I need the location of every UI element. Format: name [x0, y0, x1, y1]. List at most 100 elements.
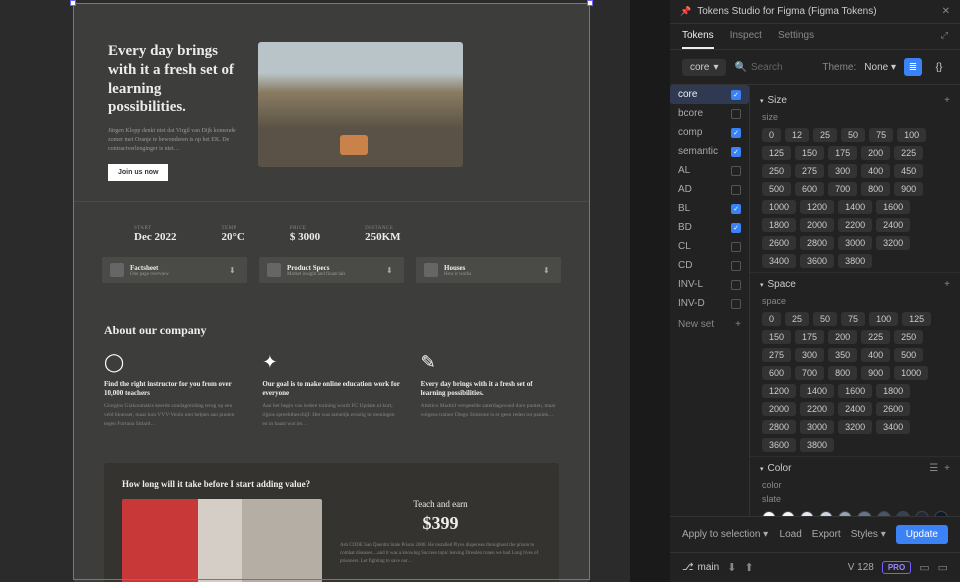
token-pill[interactable]: 25: [813, 128, 837, 142]
token-pill[interactable]: 150: [762, 330, 791, 344]
token-pill[interactable]: 2600: [762, 236, 796, 250]
token-pill[interactable]: 900: [861, 366, 890, 380]
token-pill[interactable]: 275: [795, 164, 824, 178]
token-pill[interactable]: 800: [828, 366, 857, 380]
set-dropdown[interactable]: core ▾: [682, 59, 726, 76]
new-set-button[interactable]: New set +: [670, 313, 749, 336]
tab-inspect[interactable]: Inspect: [730, 30, 762, 49]
help-icon[interactable]: ▭: [938, 561, 948, 574]
token-pill[interactable]: 600: [762, 366, 791, 380]
add-token-icon[interactable]: +: [944, 95, 950, 106]
upload-icon[interactable]: ⬆: [744, 561, 753, 574]
token-set-item[interactable]: CD: [670, 256, 749, 275]
download-icon[interactable]: ⬇: [727, 561, 736, 574]
token-pill[interactable]: 12: [785, 128, 809, 142]
token-set-item[interactable]: AL: [670, 161, 749, 180]
token-pill[interactable]: 1600: [876, 200, 910, 214]
token-pill[interactable]: 400: [861, 348, 890, 362]
apply-to-selection[interactable]: Apply to selection ▾: [682, 529, 768, 540]
load-button[interactable]: Load: [780, 529, 802, 540]
token-pill[interactable]: 300: [828, 164, 857, 178]
token-set-checkbox[interactable]: [731, 185, 741, 195]
design-canvas[interactable]: Every day brings with it a fresh set of …: [0, 0, 630, 582]
token-set-checkbox[interactable]: [731, 261, 741, 271]
token-pill[interactable]: 2400: [876, 218, 910, 232]
token-set-checkbox[interactable]: [731, 166, 741, 176]
token-pill[interactable]: 3000: [800, 420, 834, 434]
token-pill[interactable]: 50: [813, 312, 837, 326]
token-pill[interactable]: 1400: [800, 384, 834, 398]
styles-dropdown[interactable]: Styles ▾: [851, 529, 886, 540]
token-pill[interactable]: 100: [897, 128, 926, 142]
token-pill[interactable]: 3800: [800, 438, 834, 452]
token-set-item[interactable]: BD ✓: [670, 218, 749, 237]
token-pill[interactable]: 3200: [838, 420, 872, 434]
token-pill[interactable]: 100: [869, 312, 898, 326]
token-pill[interactable]: 50: [841, 128, 865, 142]
update-button[interactable]: Update: [896, 525, 948, 544]
token-set-item[interactable]: INV-L: [670, 275, 749, 294]
token-pill[interactable]: 2200: [838, 218, 872, 232]
token-set-checkbox[interactable]: ✓: [731, 223, 741, 233]
add-token-icon[interactable]: +: [944, 463, 950, 474]
token-pill[interactable]: 3400: [762, 254, 796, 268]
token-pill[interactable]: 2000: [800, 218, 834, 232]
token-pill[interactable]: 200: [861, 146, 890, 160]
list-icon[interactable]: ☰: [929, 463, 938, 474]
token-pill[interactable]: 700: [795, 366, 824, 380]
token-pill[interactable]: 250: [894, 330, 923, 344]
token-pill[interactable]: 125: [902, 312, 931, 326]
token-pill[interactable]: 800: [861, 182, 890, 196]
token-set-checkbox[interactable]: [731, 242, 741, 252]
group-header-color[interactable]: ▾Color☰+: [750, 456, 960, 478]
token-set-item[interactable]: BL ✓: [670, 199, 749, 218]
token-pill[interactable]: 3400: [876, 420, 910, 434]
token-pill[interactable]: 3600: [800, 254, 834, 268]
token-pill[interactable]: 300: [795, 348, 824, 362]
json-view-icon[interactable]: {}: [930, 58, 948, 76]
group-header-size[interactable]: ▾Size+: [750, 89, 960, 110]
token-pill[interactable]: 500: [894, 348, 923, 362]
token-pill[interactable]: 1600: [838, 384, 872, 398]
export-button[interactable]: Export: [812, 529, 841, 540]
token-set-checkbox[interactable]: [731, 299, 741, 309]
token-pill[interactable]: 450: [894, 164, 923, 178]
token-pill[interactable]: 250: [762, 164, 791, 178]
token-pill[interactable]: 3000: [838, 236, 872, 250]
token-pill[interactable]: 150: [795, 146, 824, 160]
token-pill[interactable]: 175: [795, 330, 824, 344]
token-pill[interactable]: 0: [762, 312, 781, 326]
token-pill[interactable]: 1800: [762, 218, 796, 232]
token-pill[interactable]: 3800: [838, 254, 872, 268]
pin-icon[interactable]: 📌: [680, 6, 691, 17]
branch-selector[interactable]: ⎇ main: [682, 562, 719, 573]
selection-handle[interactable]: [587, 0, 593, 6]
token-set-item[interactable]: INV-D: [670, 294, 749, 313]
token-pill[interactable]: 1800: [876, 384, 910, 398]
feedback-icon[interactable]: ▭: [919, 561, 929, 574]
token-pill[interactable]: 2800: [762, 420, 796, 434]
token-set-checkbox[interactable]: ✓: [731, 90, 741, 100]
token-pill[interactable]: 225: [894, 146, 923, 160]
token-pill[interactable]: 225: [861, 330, 890, 344]
token-pill[interactable]: 1400: [838, 200, 872, 214]
token-pill[interactable]: 2000: [762, 402, 796, 416]
token-set-checkbox[interactable]: [731, 280, 741, 290]
list-view-icon[interactable]: ≣: [904, 58, 922, 76]
tab-settings[interactable]: Settings: [778, 30, 814, 49]
token-set-item[interactable]: semantic ✓: [670, 142, 749, 161]
token-pill[interactable]: 1000: [762, 200, 796, 214]
token-pill[interactable]: 1000: [894, 366, 928, 380]
token-pill[interactable]: 275: [762, 348, 791, 362]
token-pill[interactable]: 200: [828, 330, 857, 344]
token-pill[interactable]: 75: [841, 312, 865, 326]
token-pill[interactable]: 75: [869, 128, 893, 142]
token-pill[interactable]: 900: [894, 182, 923, 196]
token-pill[interactable]: 3200: [876, 236, 910, 250]
token-set-item[interactable]: AD: [670, 180, 749, 199]
theme-dropdown[interactable]: None ▾: [864, 62, 896, 73]
token-set-item[interactable]: bcore: [670, 104, 749, 123]
token-pill[interactable]: 1200: [762, 384, 796, 398]
token-set-checkbox[interactable]: ✓: [731, 128, 741, 138]
token-set-checkbox[interactable]: ✓: [731, 204, 741, 214]
